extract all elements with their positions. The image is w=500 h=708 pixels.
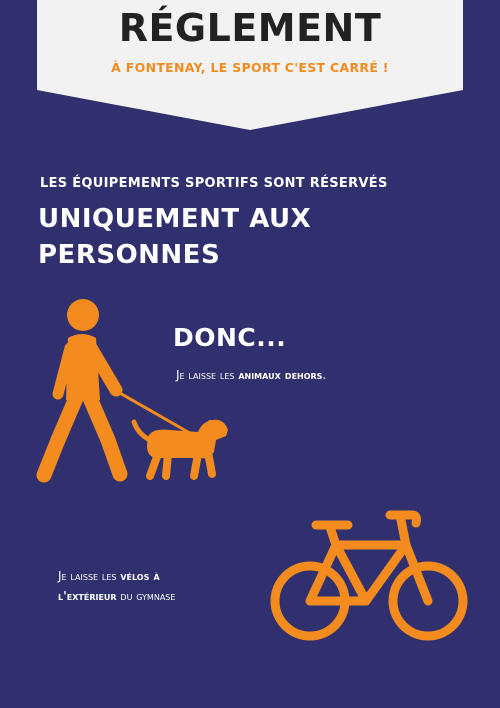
rule-bikes-line-1: Je laisse les vélos à (58, 566, 175, 586)
tagline: À FONTENAY, LE SPORT C'EST CARRÉ ! (111, 60, 389, 75)
rule-bikes-text-end: du gymnase (116, 589, 176, 603)
rule-bikes-text: Je laisse les vélos à l'extérieur du gym… (58, 566, 175, 606)
rule-animals-text-start: Je laisse les (176, 368, 239, 382)
headline-line-2: PERSONNES (38, 240, 221, 270)
bicycle-icon (270, 510, 468, 641)
rule-bikes-emphasis-1: vélos à (120, 569, 160, 583)
headline-line-1: UNIQUEMENT AUX (38, 204, 312, 234)
headline: UNIQUEMENT AUX PERSONNES (38, 201, 458, 273)
rule-animals-emphasis: animaux dehors (238, 368, 323, 382)
rule-heading: DONC... (173, 323, 287, 352)
intro-text: LES ÉQUIPEMENTS SPORTIFS SONT RÉSERVÉS (40, 176, 388, 191)
rule-bikes-text-start: Je laisse les (58, 569, 121, 583)
person-walking-dog-icon (36, 299, 228, 483)
rule-bikes-line-2: l'extérieur du gymnase (58, 586, 175, 606)
rule-animals-text-end: . (322, 368, 327, 382)
rule-bikes-emphasis-2: l'extérieur (58, 589, 117, 603)
rule-animals-text: Je laisse les animaux dehors. (176, 368, 326, 382)
page-title: RÉGLEMENT (118, 6, 382, 50)
